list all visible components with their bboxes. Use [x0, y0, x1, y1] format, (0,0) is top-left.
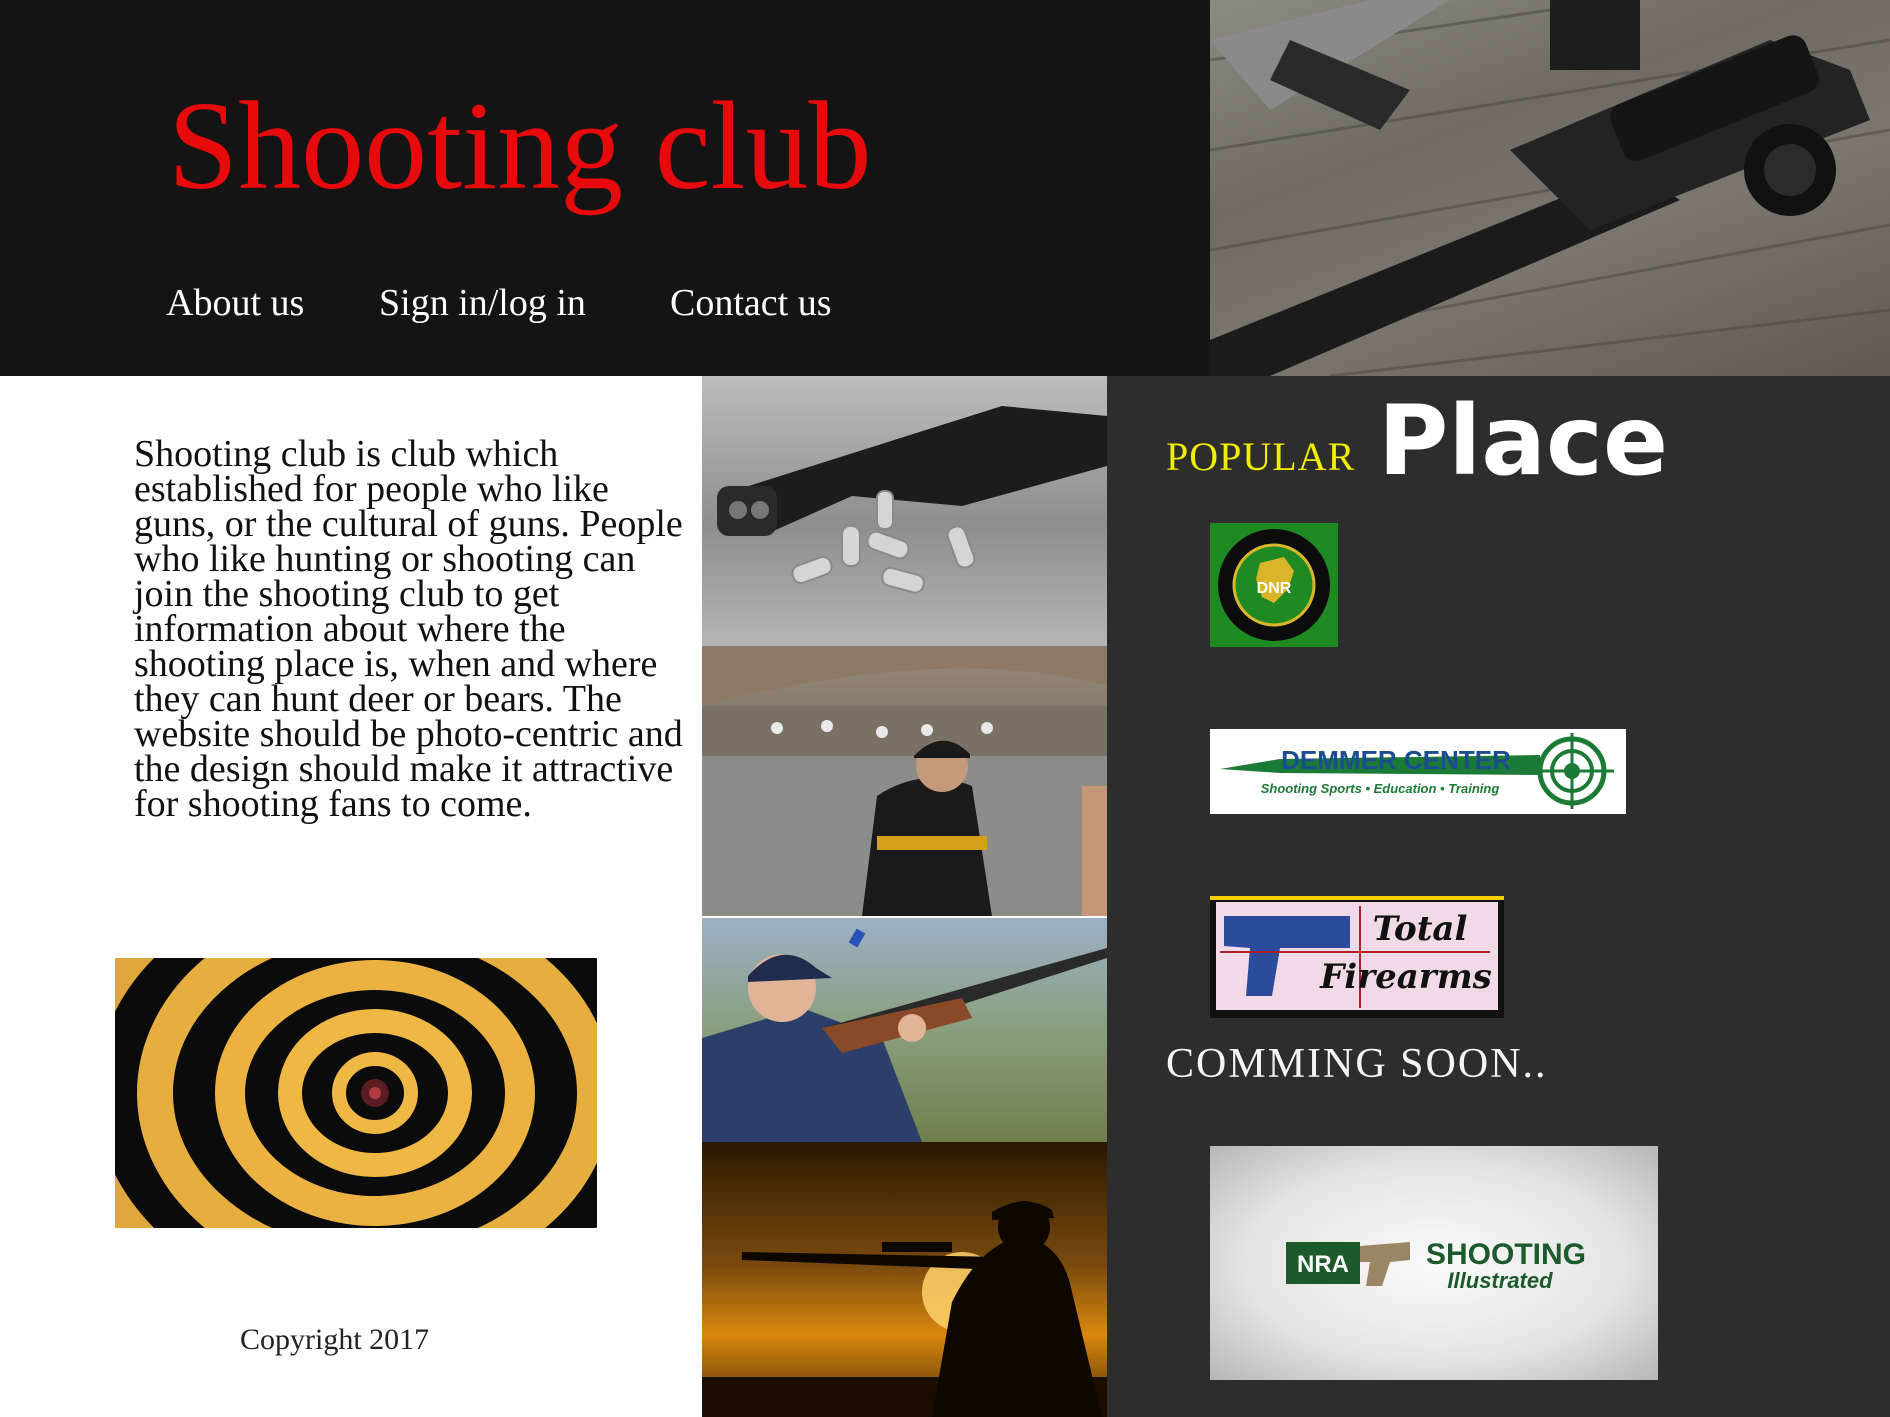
hero-rifle-photo	[1210, 0, 1890, 376]
total-logo-line2: Firearms	[1319, 957, 1492, 997]
total-logo-line1: Total	[1373, 909, 1468, 949]
shotgun-shooter-photo	[702, 918, 1107, 1142]
sunset-rifle-photo	[702, 1142, 1107, 1417]
nra-line2: Illustrated	[1447, 1268, 1553, 1293]
intro-paragraph: Shooting club is club which established …	[134, 433, 683, 825]
coming-soon-label: COMMING SOON..	[1166, 1041, 1548, 1087]
nav-contact-us[interactable]: Contact us	[670, 284, 831, 322]
site-title: Shooting club	[168, 77, 872, 216]
copyright-text: Copyright 2017	[240, 1323, 430, 1356]
total-firearms-logo[interactable]: Total Firearms	[1210, 896, 1504, 1018]
nav-about-us[interactable]: About us	[166, 284, 304, 322]
nav-sign-in[interactable]: Sign in/log in	[379, 284, 586, 322]
nra-prefix: NRA	[1297, 1251, 1349, 1278]
pistol-bullets-photo	[702, 376, 1107, 646]
demmer-center-logo[interactable]: DEMMER CENTER Shooting Sports • Educatio…	[1210, 729, 1626, 814]
shooting-range-photo	[702, 646, 1107, 916]
demmer-title: DEMMER CENTER	[1281, 745, 1511, 775]
nra-shooting-illustrated-logo[interactable]: NRA SHOOTING Illustrated	[1210, 1146, 1658, 1380]
target-photo	[115, 958, 597, 1228]
dnr-logo-text: DNR	[1257, 580, 1292, 597]
nra-line1: SHOOTING	[1426, 1238, 1586, 1271]
dnr-michigan-logo[interactable]: DNR	[1210, 523, 1338, 647]
place-label: Place	[1378, 385, 1669, 497]
demmer-subtitle: Shooting Sports • Education • Training	[1261, 781, 1500, 796]
popular-label: POPULAR	[1166, 434, 1356, 479]
